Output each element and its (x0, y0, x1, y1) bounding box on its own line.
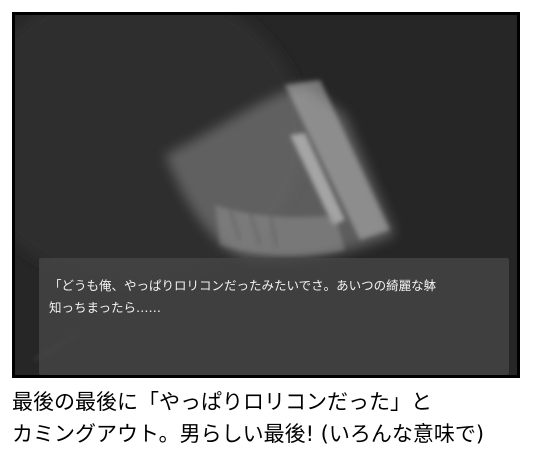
caption-line-2: カミングアウト。男らしい最後! (いろんな意味で) (12, 422, 485, 446)
caption-line-1: 最後の最後に「やっぱりロリコンだった」と (12, 390, 432, 414)
game-screenshot-frame: 「どうも俺、やっぱりロリコンだったみたいでさ。あいつの綺麗な躰 知っちまったら…… (12, 12, 520, 378)
dialogue-line-1: 「どうも俺、やっぱりロリコンだったみたいでさ。あいつの綺麗な躰 (49, 278, 437, 293)
dialogue-line-2: 知っちまったら…… (49, 300, 162, 315)
message-window[interactable]: 「どうも俺、やっぱりロリコンだったみたいでさ。あいつの綺麗な躰 知っちまったら…… (39, 258, 509, 375)
